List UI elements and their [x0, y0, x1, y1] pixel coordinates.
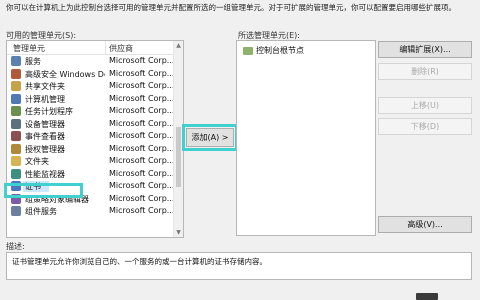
- component-icon: [11, 206, 21, 216]
- scroll-up-icon[interactable]: ▲: [175, 42, 182, 49]
- list-item[interactable]: 文件夹 Microsoft Corp...: [7, 155, 175, 168]
- snapin-vendor: Microsoft Corp...: [109, 56, 175, 65]
- scroll-down-icon[interactable]: ▼: [175, 229, 182, 236]
- snapin-name: 高级安全 Windows Def...: [25, 69, 105, 79]
- selected-snapins-list[interactable]: 控制台根节点: [236, 40, 376, 236]
- snapin-vendor: Microsoft Corp...: [109, 68, 175, 78]
- snapin-name: 性能监视器: [25, 169, 65, 179]
- device-icon: [11, 118, 21, 129]
- snapin-vendor: Microsoft Corp...: [109, 106, 175, 115]
- console-root-node[interactable]: 控制台根节点: [243, 45, 304, 56]
- folder-icon: [243, 46, 253, 55]
- description-box: 证书管理单元允许你浏览自己的、一个服务的或一台计算机的证书存储内容。: [6, 252, 472, 280]
- list-item[interactable]: 高级安全 Windows Def... Microsoft Corp...: [7, 68, 175, 81]
- snapin-vendor: Microsoft Corp...: [109, 131, 175, 140]
- snapin-vendor: Microsoft Corp...: [109, 156, 175, 165]
- list-item[interactable]: 组件服务 Microsoft Corp...: [7, 205, 175, 218]
- list-item[interactable]: 任务计划程序 Microsoft Corp...: [7, 105, 175, 118]
- certificate-highlight-box: [4, 183, 83, 198]
- edit-extensions-button[interactable]: 编辑扩展(X)...: [378, 41, 472, 58]
- available-snapins-list[interactable]: 管理单元 供应商 服务 Microsoft Corp... 高级安全 Windows…: [6, 40, 184, 238]
- column-header-snapin[interactable]: 管理单元: [13, 43, 45, 54]
- snapin-name: 计算机管理: [25, 94, 65, 104]
- remove-button[interactable]: 删除(R): [378, 63, 472, 80]
- snapin-name: 文件夹: [25, 157, 49, 166]
- shared-folder-icon: [11, 81, 21, 91]
- event-icon: [11, 131, 21, 141]
- snapin-vendor: Microsoft Corp...: [109, 181, 175, 190]
- snapin-name: 组件服务: [25, 207, 57, 216]
- key-icon: [11, 143, 21, 154]
- snapin-name: 设备管理器: [25, 119, 65, 129]
- folder-icon: [11, 156, 21, 166]
- snapin-name: 任务计划程序: [25, 107, 73, 116]
- add-button-highlight-box: [182, 124, 238, 151]
- snapin-vendor: Microsoft Corp...: [109, 143, 175, 153]
- snapin-vendor: Microsoft Corp...: [109, 81, 175, 90]
- snapin-vendor: Microsoft Corp...: [109, 193, 175, 203]
- snapin-name: 事件查看器: [25, 132, 65, 141]
- snapin-name: 共享文件夹: [25, 82, 65, 91]
- gear-icon: [11, 56, 21, 66]
- description-text: 证书管理单元允许你浏览自己的、一个服务的或一台计算机的证书存储内容。: [12, 257, 267, 266]
- list-item[interactable]: 性能监视器 Microsoft Corp...: [7, 168, 175, 181]
- advanced-button[interactable]: 高级(V)...: [378, 216, 472, 233]
- list-item[interactable]: 计算机管理 Microsoft Corp...: [7, 93, 175, 106]
- instruction-text: 你可以在计算机上为此控制台选择可用的管理单元并配置所选的一组管理单元。对于可扩展…: [6, 3, 456, 12]
- clock-icon: [11, 106, 21, 116]
- computer-icon: [11, 93, 21, 104]
- list-item[interactable]: 共享文件夹 Microsoft Corp...: [7, 80, 175, 93]
- snapin-vendor: Microsoft Corp...: [109, 118, 175, 128]
- list-item[interactable]: 服务 Microsoft Corp...: [7, 55, 175, 68]
- list-item[interactable]: 授权管理器 Microsoft Corp...: [7, 143, 175, 156]
- console-root-label: 控制台根节点: [256, 46, 304, 55]
- column-header-vendor[interactable]: 供应商: [109, 43, 133, 54]
- chart-icon: [11, 168, 21, 179]
- list-header: 管理单元 供应商: [7, 41, 173, 55]
- snapin-vendor: Microsoft Corp...: [109, 206, 175, 215]
- snapin-name: 服务: [25, 57, 41, 66]
- snapin-vendor: Microsoft Corp...: [109, 168, 175, 178]
- move-down-button[interactable]: 下移(D): [378, 118, 472, 135]
- corner-badge: [416, 293, 438, 300]
- list-item[interactable]: 设备管理器 Microsoft Corp...: [7, 118, 175, 131]
- firewall-icon: [11, 68, 21, 79]
- scroll-thumb[interactable]: [176, 127, 181, 187]
- list-item[interactable]: 事件查看器 Microsoft Corp...: [7, 130, 175, 143]
- snapin-vendor: Microsoft Corp...: [109, 93, 175, 103]
- move-up-button[interactable]: 上移(U): [378, 97, 472, 114]
- description-label: 描述:: [6, 242, 25, 251]
- snapin-name: 授权管理器: [25, 144, 65, 154]
